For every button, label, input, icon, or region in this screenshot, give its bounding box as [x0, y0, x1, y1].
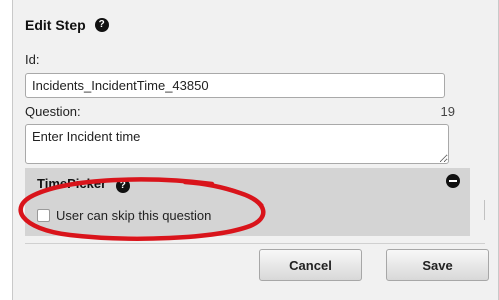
id-label: Id: — [25, 52, 40, 67]
question-textarea[interactable]: Enter Incident time — [25, 124, 449, 164]
edit-step-dialog: Edit Step ? Id: Question: 19 Enter Incid… — [12, 0, 499, 300]
cancel-button[interactable]: Cancel — [259, 249, 362, 281]
timepicker-panel-title: TimePicker — [37, 176, 107, 191]
step-settings-scroll-area: TimePicker ? User can skip this question — [25, 168, 485, 236]
skip-question-option[interactable]: User can skip this question — [37, 208, 211, 223]
dialog-title: Edit Step — [25, 17, 86, 33]
panel-scrollbar[interactable] — [482, 168, 485, 236]
help-icon[interactable]: ? — [94, 18, 109, 32]
question-label: Question: — [25, 104, 81, 119]
timepicker-panel-header: TimePicker ? — [37, 176, 130, 193]
collapse-minus-icon[interactable] — [446, 174, 460, 188]
save-button[interactable]: Save — [386, 249, 489, 281]
dialog-header: Edit Step ? — [25, 14, 109, 36]
scroll-thumb[interactable] — [484, 200, 485, 220]
skip-question-label: User can skip this question — [56, 208, 212, 223]
timepicker-panel: TimePicker ? User can skip this question — [25, 168, 470, 236]
timepicker-help-icon[interactable]: ? — [115, 179, 130, 193]
footer-divider — [25, 243, 485, 244]
id-input[interactable] — [25, 73, 445, 98]
question-char-count: 19 — [440, 104, 455, 119]
skip-question-checkbox[interactable] — [37, 209, 50, 222]
